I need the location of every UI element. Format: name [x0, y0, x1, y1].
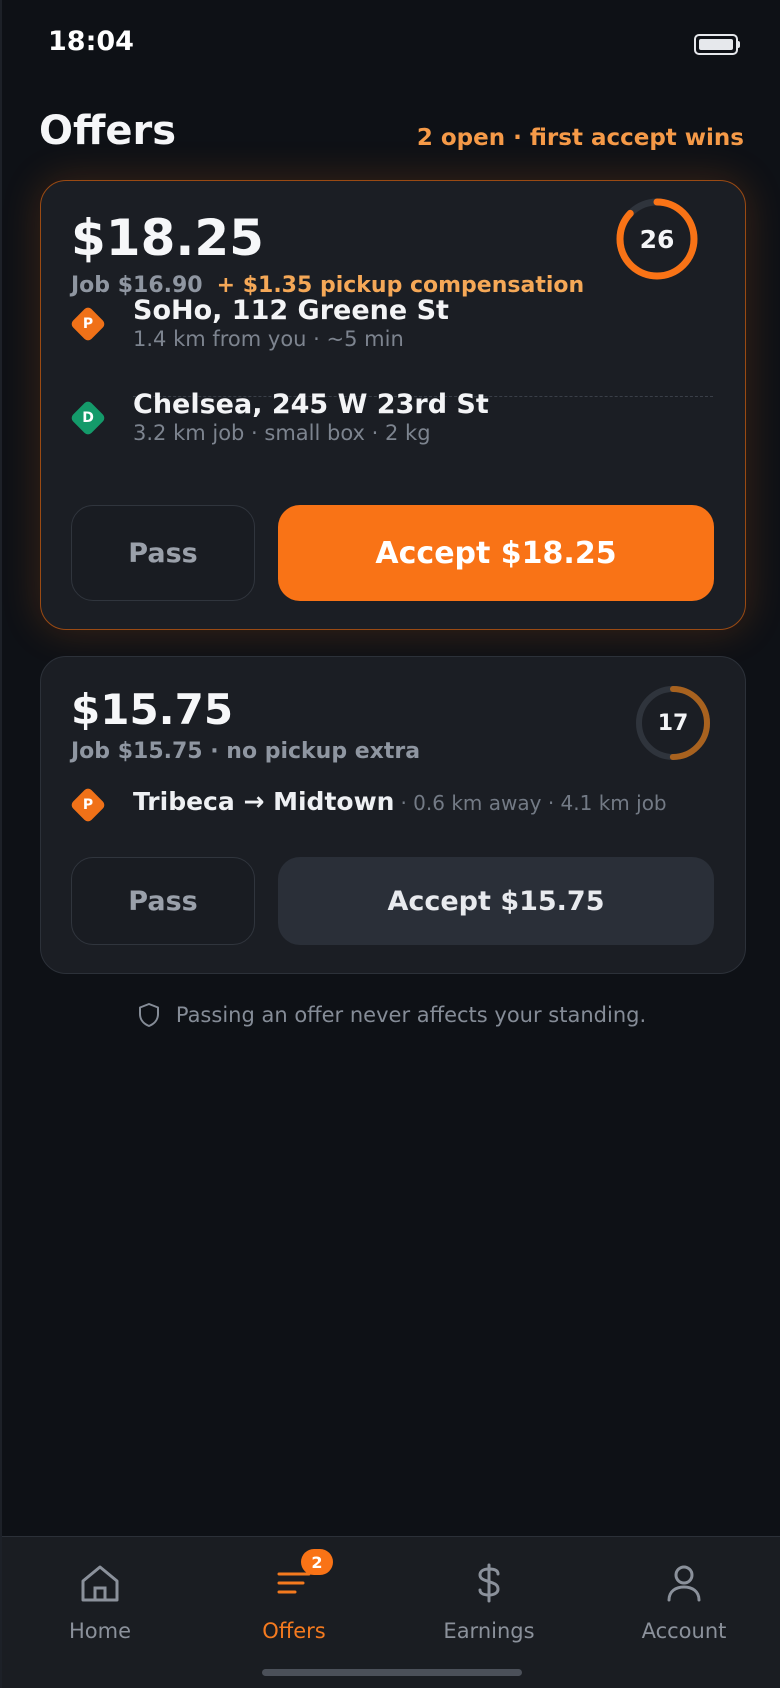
dropoff-marker-icon: D: [69, 399, 107, 437]
accept-button[interactable]: Accept $18.25: [278, 505, 714, 601]
nav-item-earnings[interactable]: Earnings: [399, 1561, 579, 1643]
offers-badge: 2: [301, 1549, 333, 1575]
nav-label: Offers: [262, 1619, 326, 1643]
accept-button[interactable]: Accept $15.75: [278, 857, 714, 945]
app-screen: 18:04 Offers 2 open · first accept wins …: [0, 0, 780, 1688]
dropoff-detail: 3.2 km job · small box · 2 kg: [133, 421, 431, 445]
status-time: 18:04: [48, 26, 134, 57]
countdown-timer: 26: [615, 197, 699, 281]
dollar-icon: [467, 1561, 511, 1605]
footer-note: Passing an offer never affects your stan…: [2, 1002, 780, 1028]
offer-price: $15.75: [71, 685, 234, 734]
route-detail: · 0.6 km away · 4.1 km job: [400, 791, 667, 815]
footer-note-text: Passing an offer never affects your stan…: [175, 1003, 647, 1027]
route-name: Tribeca → Midtown: [133, 787, 395, 816]
nav-item-account[interactable]: Account: [594, 1561, 774, 1643]
nav-item-home[interactable]: Home: [10, 1561, 190, 1643]
offer-price: $18.25: [71, 209, 264, 267]
pickup-detail: 1.4 km from you · ~5 min: [133, 327, 404, 351]
pass-button[interactable]: Pass: [71, 505, 255, 601]
countdown-timer: 17: [635, 685, 711, 761]
pickup-marker-icon: P: [69, 305, 107, 343]
battery-icon: [694, 34, 740, 55]
bottom-nav: Home 2 Offers Earnings Account: [2, 1536, 780, 1688]
offers-list-icon: 2: [272, 1549, 333, 1605]
pickup-address: SoHo, 112 Greene St: [133, 295, 449, 326]
route-summary: Tribeca → Midtown · 0.6 km away · 4.1 km …: [133, 787, 667, 816]
home-icon: [78, 1561, 122, 1605]
nav-label: Earnings: [443, 1619, 535, 1643]
countdown-seconds: 26: [639, 224, 675, 254]
home-indicator: [262, 1669, 522, 1676]
shield-icon: [138, 1002, 160, 1028]
offers-count-text: 2 open · first accept wins: [416, 125, 744, 151]
pass-button[interactable]: Pass: [71, 857, 255, 945]
offer-breakdown: Job $15.75 · no pickup extra: [71, 739, 421, 764]
nav-item-offers[interactable]: 2 Offers: [204, 1549, 384, 1643]
nav-label: Account: [641, 1619, 727, 1643]
dropoff-address: Chelsea, 245 W 23rd St: [133, 389, 489, 420]
page-title: Offers: [39, 108, 177, 154]
user-icon: [662, 1561, 706, 1605]
countdown-seconds: 17: [657, 710, 689, 736]
pickup-marker-icon: P: [69, 786, 107, 824]
offer-card: $15.75 Job $15.75 · no pickup extra 17 P…: [40, 656, 746, 974]
nav-label: Home: [68, 1619, 131, 1643]
offer-card: $18.25 Job $16.90 + $1.35 pickup compensa…: [40, 180, 746, 630]
